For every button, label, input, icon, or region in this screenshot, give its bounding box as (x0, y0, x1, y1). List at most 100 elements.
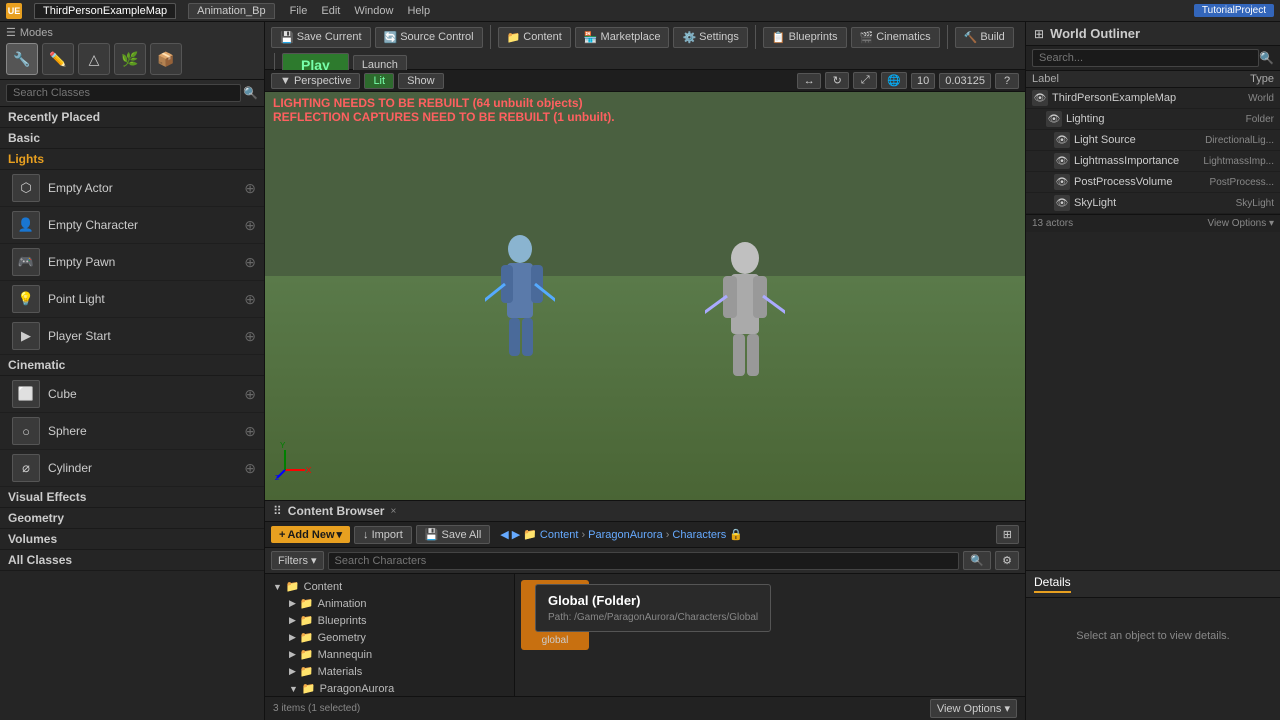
cube-add[interactable]: ⊕ (244, 386, 256, 403)
blueprints-button[interactable]: 📋 Blueprints (763, 27, 847, 48)
cb-tree-blueprints[interactable]: ▶ 📁 Blueprints (265, 612, 514, 629)
wo-view-options-button[interactable]: View Options ▾ (1207, 218, 1274, 229)
player-start-add[interactable]: ⊕ (244, 328, 256, 345)
cb-folder-global[interactable]: 📁 global (521, 580, 589, 650)
lit-button[interactable]: Lit (364, 73, 394, 89)
wo-item-postprocess[interactable]: 👁 PostProcessVolume PostProcess... (1026, 172, 1280, 193)
snap-angle-button[interactable]: 10 (911, 73, 935, 89)
placement-cube[interactable]: ⬜ Cube ⊕ (0, 376, 264, 413)
content-button[interactable]: 📁 Content (498, 27, 571, 48)
cb-tree-materials[interactable]: ▶ 📁 Materials (265, 663, 514, 680)
scale-button[interactable]: ⤢ (853, 72, 877, 89)
cb-search-input[interactable] (328, 552, 960, 570)
placement-player-start[interactable]: ▶ Player Start ⊕ (0, 318, 264, 355)
eye-icon-skylight[interactable]: 👁 (1054, 195, 1070, 211)
filters-button[interactable]: Filters ▾ (271, 551, 324, 570)
save-current-button[interactable]: 💾 Save Current (271, 27, 371, 48)
cb-view-options[interactable]: ⊞ (996, 525, 1019, 544)
mode-geometry[interactable]: 📦 (150, 43, 182, 75)
sidebar-item-cinematic[interactable]: Cinematic (0, 355, 264, 376)
nav-content[interactable]: Content (540, 529, 579, 541)
search-classes-button[interactable]: 🔍 (243, 86, 258, 100)
sidebar-item-volumes[interactable]: Volumes (0, 529, 264, 550)
search-classes-input[interactable] (6, 84, 241, 102)
placement-empty-actor[interactable]: ⬡ Empty Actor ⊕ (0, 170, 264, 207)
dp-tab-details[interactable]: Details (1034, 575, 1071, 593)
placement-cylinder[interactable]: ⌀ Cylinder ⊕ (0, 450, 264, 487)
build-button[interactable]: 🔨 Build (955, 27, 1014, 48)
viewport[interactable]: LIGHTING NEEDS TO BE REBUILT (64 unbuilt… (265, 92, 1025, 500)
placement-empty-pawn[interactable]: 🎮 Empty Pawn ⊕ (0, 244, 264, 281)
wo-item-lightmass[interactable]: 👁 LightmassImportance LightmassImp... (1026, 151, 1280, 172)
mode-landscape[interactable]: △ (78, 43, 110, 75)
cb-tree-content[interactable]: ▼ 📁 Content (265, 578, 514, 595)
menu-window[interactable]: Window (351, 5, 396, 17)
tab-animation[interactable]: Animation_Bp (188, 3, 275, 19)
add-new-button[interactable]: + Add New ▾ (271, 526, 350, 543)
marketplace-button[interactable]: 🏪 Marketplace (575, 27, 670, 48)
sidebar-item-basic[interactable]: Basic (0, 128, 264, 149)
save-all-button[interactable]: 💾 Save All (416, 525, 491, 544)
mode-select[interactable]: 🔧 (6, 43, 38, 75)
empty-character-add[interactable]: ⊕ (244, 217, 256, 234)
import-button[interactable]: ↓ Import (354, 526, 412, 544)
placement-sphere[interactable]: ○ Sphere ⊕ (0, 413, 264, 450)
translate-button[interactable]: ↔ (797, 73, 821, 89)
empty-actor-icon: ⬡ (12, 174, 40, 202)
settings-button[interactable]: ⚙️ Settings (673, 27, 747, 48)
project-label: TutorialProject (1194, 4, 1274, 17)
rotate-button[interactable]: ↻ (825, 72, 849, 89)
nav-forward[interactable]: ▶ (512, 528, 520, 541)
menu-file[interactable]: File (287, 5, 311, 17)
eye-icon-postprocess[interactable]: 👁 (1054, 174, 1070, 190)
source-control-button[interactable]: 🔄 Source Control (375, 27, 483, 48)
eye-icon-lighting[interactable]: 👁 (1046, 111, 1062, 127)
wo-item-light-source[interactable]: 👁 Light Source DirectionalLig... (1026, 130, 1280, 151)
eye-icon-map[interactable]: 👁 (1032, 90, 1048, 106)
placement-empty-character[interactable]: 👤 Empty Character ⊕ (0, 207, 264, 244)
cylinder-add[interactable]: ⊕ (244, 460, 256, 477)
sidebar-item-all-classes[interactable]: All Classes (0, 550, 264, 571)
nav-characters[interactable]: Characters (672, 529, 726, 541)
show-button[interactable]: Show (398, 73, 444, 89)
perspective-button[interactable]: ▼ Perspective (271, 73, 360, 89)
snap-value-button[interactable]: 0.03125 (939, 73, 991, 89)
blueprints-icon: 📋 (772, 31, 786, 44)
cb-folder-2[interactable]: 📁 (595, 580, 663, 639)
cb-options-button[interactable]: ⚙ (995, 551, 1019, 570)
cinematics-button[interactable]: 🎬 Cinematics (851, 27, 940, 48)
nav-paragon[interactable]: ParagonAurora (588, 529, 663, 541)
menu-edit[interactable]: Edit (318, 5, 343, 17)
camera-speed-button[interactable]: ? (995, 73, 1019, 89)
eye-icon-light-source[interactable]: 👁 (1054, 132, 1070, 148)
point-light-add[interactable]: ⊕ (244, 291, 256, 308)
sidebar-item-visual-effects[interactable]: Visual Effects (0, 487, 264, 508)
sidebar-item-geometry[interactable]: Geometry (0, 508, 264, 529)
cb-tree-animation[interactable]: ▶ 📁 Animation (265, 595, 514, 612)
tab-map[interactable]: ThirdPersonExampleMap (34, 3, 176, 19)
sidebar-item-lights[interactable]: Lights (0, 149, 264, 170)
wo-item-map[interactable]: 👁 ThirdPersonExampleMap World (1026, 88, 1280, 109)
cb-tree-geometry[interactable]: ▶ 📁 Geometry (265, 629, 514, 646)
cb-search-button[interactable]: 🔍 (963, 551, 991, 570)
wo-item-skylight[interactable]: 👁 SkyLight SkyLight (1026, 193, 1280, 214)
mode-paint[interactable]: ✏️ (42, 43, 74, 75)
cb-tree-paragonaurora[interactable]: ▼ 📁 ParagonAurora (265, 680, 514, 696)
cb-folder-3[interactable]: 📁 (669, 580, 737, 639)
menu-help[interactable]: Help (404, 5, 433, 17)
wo-search-button[interactable]: 🔍 (1259, 51, 1274, 65)
placement-point-light[interactable]: 💡 Point Light ⊕ (0, 281, 264, 318)
world-button[interactable]: 🌐 (881, 72, 907, 89)
sphere-add[interactable]: ⊕ (244, 423, 256, 440)
mode-foliage[interactable]: 🌿 (114, 43, 146, 75)
nav-back[interactable]: ◀ (500, 528, 508, 541)
eye-icon-lightmass[interactable]: 👁 (1054, 153, 1070, 169)
cb-tree-mannequin[interactable]: ▶ 📁 Mannequin (265, 646, 514, 663)
wo-search-input[interactable] (1032, 49, 1259, 67)
wo-item-lighting[interactable]: 👁 Lighting Folder (1026, 109, 1280, 130)
empty-pawn-add[interactable]: ⊕ (244, 254, 256, 271)
sidebar-item-recently-placed[interactable]: Recently Placed (0, 107, 264, 128)
cb-content-area[interactable]: 📁 global 📁 📁 Global (Folder) Path: (515, 574, 1025, 696)
cb-view-options-button[interactable]: View Options ▾ (930, 699, 1017, 718)
empty-actor-add[interactable]: ⊕ (244, 180, 256, 197)
